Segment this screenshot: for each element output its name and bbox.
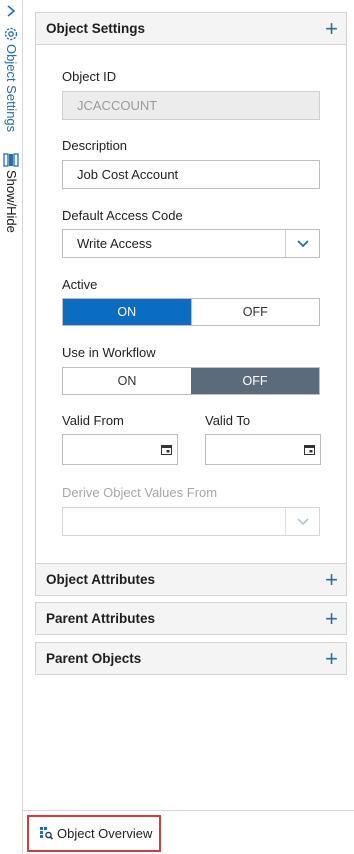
active-on-option[interactable]: ON (63, 299, 191, 325)
access-code-dropdown[interactable]: Write Access (62, 229, 320, 258)
description-label: Description (62, 138, 128, 153)
plus-icon[interactable]: + (325, 647, 338, 670)
access-code-label: Default Access Code (62, 208, 183, 223)
active-toggle[interactable]: ON OFF (62, 298, 320, 326)
section-object-attributes[interactable]: Object Attributes + (35, 563, 347, 596)
section-parent-attributes[interactable]: Parent Attributes + (35, 602, 347, 635)
rail-show-hide-label: Show/Hide (4, 170, 19, 233)
object-overview-button[interactable]: Object Overview (27, 815, 161, 852)
chevron-down-icon (296, 517, 309, 525)
plus-icon[interactable]: + (325, 607, 338, 630)
object-overview-label: Object Overview (57, 826, 153, 841)
dropdown-button[interactable] (285, 230, 319, 257)
access-code-value: Write Access (77, 236, 152, 251)
workflow-toggle[interactable]: ON OFF (62, 367, 320, 395)
active-label: Active (62, 277, 98, 292)
valid-to-input[interactable] (205, 434, 321, 465)
object-id-field: JCACCOUNT (62, 91, 320, 120)
side-rail: Object Settings Show/Hide (0, 0, 23, 854)
chevron-down-icon (296, 239, 309, 247)
calendar-icon[interactable] (161, 444, 172, 455)
section-parent-objects-title: Parent Objects (46, 651, 142, 666)
dropdown-button (285, 508, 319, 535)
active-off-option[interactable]: OFF (190, 299, 319, 325)
valid-from-label: Valid From (62, 413, 124, 428)
workflow-on-option[interactable]: ON (63, 368, 191, 394)
derive-label: Derive Object Values From (62, 485, 218, 500)
overview-icon (40, 827, 53, 840)
workflow-label: Use in Workflow (62, 345, 156, 360)
section-parent-attributes-title: Parent Attributes (46, 611, 156, 626)
rail-object-settings[interactable]: Object Settings (2, 26, 20, 132)
valid-to-label: Valid To (205, 413, 251, 428)
rail-show-hide[interactable]: Show/Hide (2, 152, 20, 233)
description-field[interactable]: Job Cost Account (62, 160, 320, 189)
footer-bar: Object Overview (23, 810, 354, 854)
derive-dropdown (62, 507, 320, 536)
plus-icon[interactable]: + (325, 17, 338, 40)
workflow-off-option[interactable]: OFF (191, 368, 319, 394)
gear-icon (4, 27, 18, 41)
section-object-attributes-title: Object Attributes (46, 572, 156, 587)
calendar-icon[interactable] (304, 444, 315, 455)
properties-panel: Object Settings + Object ID JCACCOUNT De… (23, 0, 354, 810)
object-id-label: Object ID (62, 69, 117, 84)
section-object-settings[interactable]: Object Settings + (35, 12, 347, 45)
chevron-right-icon[interactable] (4, 4, 18, 18)
valid-from-input[interactable] (62, 434, 178, 465)
plus-icon[interactable]: + (325, 568, 338, 591)
rail-object-settings-label: Object Settings (4, 44, 19, 133)
section-parent-objects[interactable]: Parent Objects + (35, 642, 347, 675)
columns-icon (3, 153, 19, 167)
section-object-settings-title: Object Settings (46, 21, 146, 36)
